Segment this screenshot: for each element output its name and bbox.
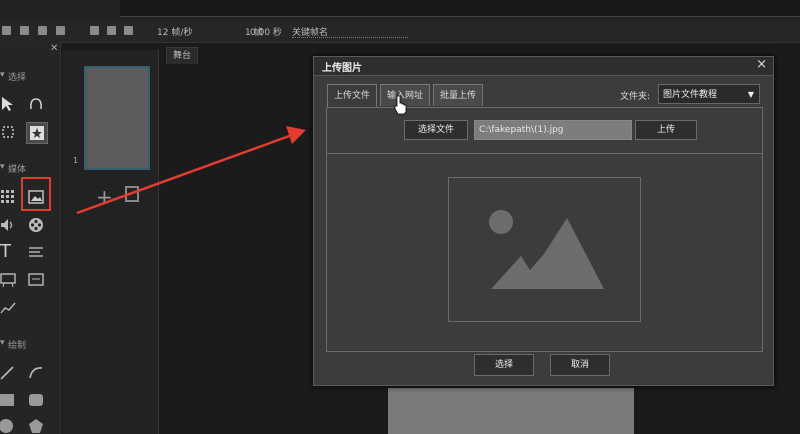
tab-stage[interactable]: 舞台 bbox=[166, 47, 198, 64]
keyframe-underline bbox=[292, 37, 408, 38]
upload-button[interactable]: 上传 bbox=[635, 120, 697, 140]
code-box-icon[interactable] bbox=[28, 272, 44, 288]
toolbar: 12 帧/秒 1 帧 0.00 秒 关键帧名 bbox=[0, 20, 800, 43]
folder-label: 文件夹: bbox=[620, 92, 651, 102]
divider bbox=[326, 153, 763, 154]
pentagon-tool-icon[interactable] bbox=[28, 418, 44, 434]
collapse-arrow-icon: ▾ bbox=[0, 338, 5, 348]
dialog-titlebar[interactable]: 上传图片 × bbox=[314, 57, 773, 76]
seconds-label: 0.00 秒 bbox=[250, 28, 282, 38]
image-placeholder-icon bbox=[489, 210, 604, 289]
file-icon[interactable] bbox=[2, 26, 11, 35]
dialog-title: 上传图片 bbox=[322, 63, 362, 74]
section-media[interactable]: ▾ 媒体 bbox=[0, 160, 60, 176]
frame-icon[interactable] bbox=[90, 26, 99, 35]
annotation-arrow-icon bbox=[76, 126, 306, 215]
file-path-field[interactable]: C:\fakepath\(1).jpg bbox=[474, 120, 632, 140]
circle-tool-icon[interactable] bbox=[0, 418, 16, 434]
choose-file-button[interactable]: 选择文件 bbox=[404, 120, 468, 140]
select-button[interactable]: 选择 bbox=[474, 354, 534, 376]
sound-tool-icon[interactable] bbox=[0, 217, 16, 233]
collapse-arrow-icon: ▾ bbox=[0, 70, 5, 80]
hand-cursor-icon bbox=[394, 95, 407, 115]
fps-label[interactable]: 12 帧/秒 bbox=[157, 25, 192, 38]
pointer-tool-icon[interactable] bbox=[0, 96, 16, 112]
video-reel-icon[interactable] bbox=[28, 217, 44, 233]
tool-panel: ▾ 选择 ▾ 媒体 T ▾ 绘制 bbox=[0, 42, 61, 434]
rectangle-tool-icon[interactable] bbox=[0, 392, 16, 408]
upload-image-dialog: 上传图片 × 上传文件 输入网址 批量上传 文件夹: 图片文件教程 ▼ 选择文件… bbox=[313, 56, 774, 386]
timeline-strip[interactable] bbox=[120, 0, 800, 17]
folder-select[interactable]: 图片文件教程 ▼ bbox=[658, 84, 760, 104]
board-tool-icon[interactable] bbox=[0, 272, 16, 288]
copy-icon[interactable] bbox=[20, 26, 29, 35]
frame-delete-icon[interactable] bbox=[124, 26, 133, 35]
paragraph-tool-icon[interactable] bbox=[28, 245, 44, 261]
layer-icon[interactable] bbox=[56, 26, 65, 35]
rounded-rect-tool-icon[interactable] bbox=[28, 392, 44, 408]
folder-select-value: 图片文件教程 bbox=[663, 90, 718, 100]
highlight-box bbox=[21, 177, 51, 211]
star-shape-tool-icon[interactable] bbox=[26, 122, 48, 144]
trash-icon[interactable] bbox=[38, 26, 47, 35]
panel-close-icon[interactable]: ✕ bbox=[50, 43, 58, 54]
lasso-tool-icon[interactable] bbox=[28, 96, 44, 112]
chevron-down-icon: ▼ bbox=[747, 90, 754, 99]
tab-upload-file[interactable]: 上传文件 bbox=[327, 84, 377, 108]
curve-tool-icon[interactable] bbox=[28, 364, 44, 380]
grid-tool-icon[interactable] bbox=[0, 188, 16, 204]
tab-batch-upload[interactable]: 批量上传 bbox=[433, 84, 483, 106]
image-preview bbox=[448, 177, 641, 322]
frame-copy-icon[interactable] bbox=[107, 26, 116, 35]
stage-canvas[interactable] bbox=[388, 388, 634, 434]
text-tool-icon[interactable]: T bbox=[0, 243, 16, 261]
line-tool-icon[interactable] bbox=[0, 364, 16, 380]
section-select[interactable]: ▾ 选择 bbox=[0, 68, 60, 84]
close-icon[interactable]: × bbox=[756, 57, 767, 72]
cancel-button[interactable]: 取消 bbox=[550, 354, 610, 376]
crop-tool-icon[interactable] bbox=[0, 124, 16, 140]
collapse-arrow-icon: ▾ bbox=[0, 162, 5, 172]
chart-tool-icon[interactable] bbox=[0, 299, 16, 315]
section-draw[interactable]: ▾ 绘制 bbox=[0, 336, 60, 352]
